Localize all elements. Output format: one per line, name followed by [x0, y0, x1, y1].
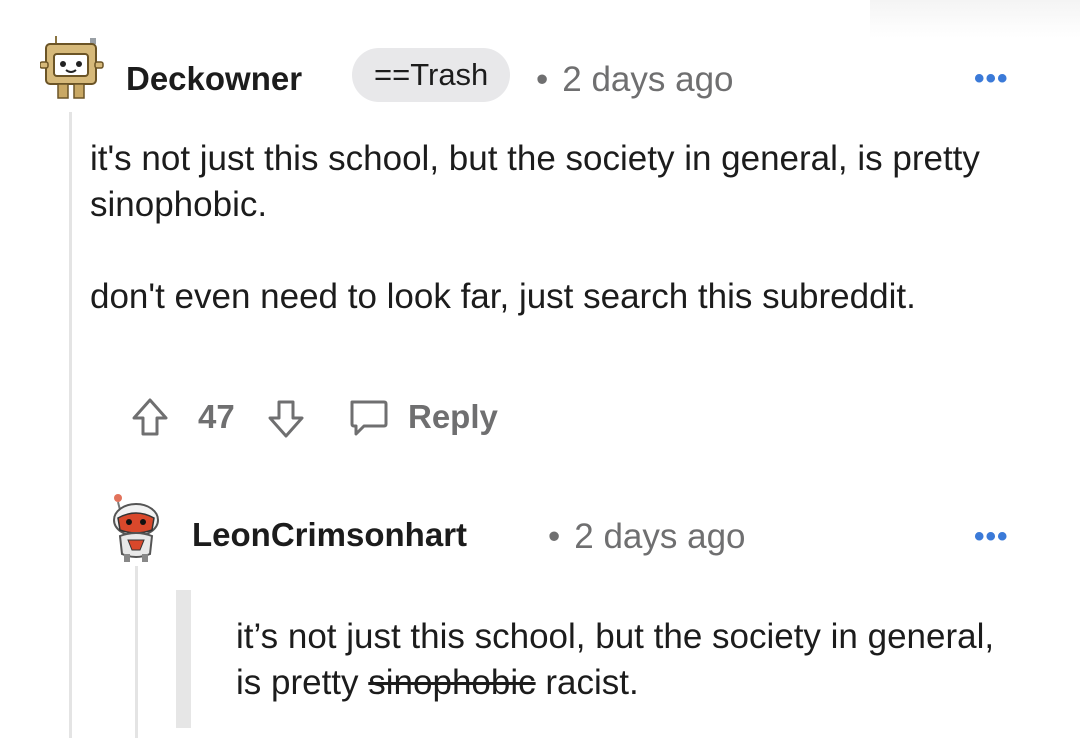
- separator-dot: •: [548, 517, 561, 556]
- comment-meta: • 2 days ago: [536, 60, 734, 100]
- downvote-arrow-icon: [268, 400, 304, 438]
- upvote-arrow-icon: [132, 398, 168, 436]
- reply-meta: • 2 days ago: [548, 517, 746, 557]
- quote-text-suffix: racist.: [535, 663, 639, 702]
- upvote-button[interactable]: [130, 396, 170, 445]
- comment-paragraph: it's not just this school, but the socie…: [90, 139, 980, 224]
- comment-timestamp: 2 days ago: [562, 60, 734, 99]
- comment-actions: 47 Reply: [130, 396, 530, 442]
- separator-dot: •: [536, 60, 549, 99]
- reply-thread-line[interactable]: [135, 566, 138, 738]
- user-flair: ==Trash: [352, 48, 511, 102]
- top-edge-shade: [870, 0, 1080, 38]
- blockquote-text: it’s not just this school, but the socie…: [236, 614, 996, 706]
- reply-label[interactable]: Reply: [408, 398, 498, 436]
- comment-paragraph: don't even need to look far, just search…: [90, 277, 916, 316]
- more-options-icon[interactable]: •••: [974, 522, 1009, 552]
- more-options-icon[interactable]: •••: [974, 64, 1009, 94]
- speech-bubble-icon: [350, 400, 388, 436]
- snoo-avatar-icon: [113, 494, 159, 562]
- struck-word: sinophobic: [368, 663, 536, 702]
- reply-button[interactable]: [346, 396, 390, 445]
- reply-username[interactable]: LeonCrimsonhart: [192, 516, 467, 554]
- downvote-button[interactable]: [266, 396, 306, 445]
- reply-timestamp: 2 days ago: [574, 517, 746, 556]
- comment-username[interactable]: Deckowner: [126, 60, 302, 98]
- vote-count: 47: [198, 398, 235, 435]
- avatar[interactable]: [39, 34, 106, 108]
- reply-avatar[interactable]: [106, 490, 166, 566]
- snoo-avatar-icon: [39, 36, 104, 99]
- thread-line[interactable]: [69, 112, 72, 738]
- blockquote-bar: [176, 590, 191, 728]
